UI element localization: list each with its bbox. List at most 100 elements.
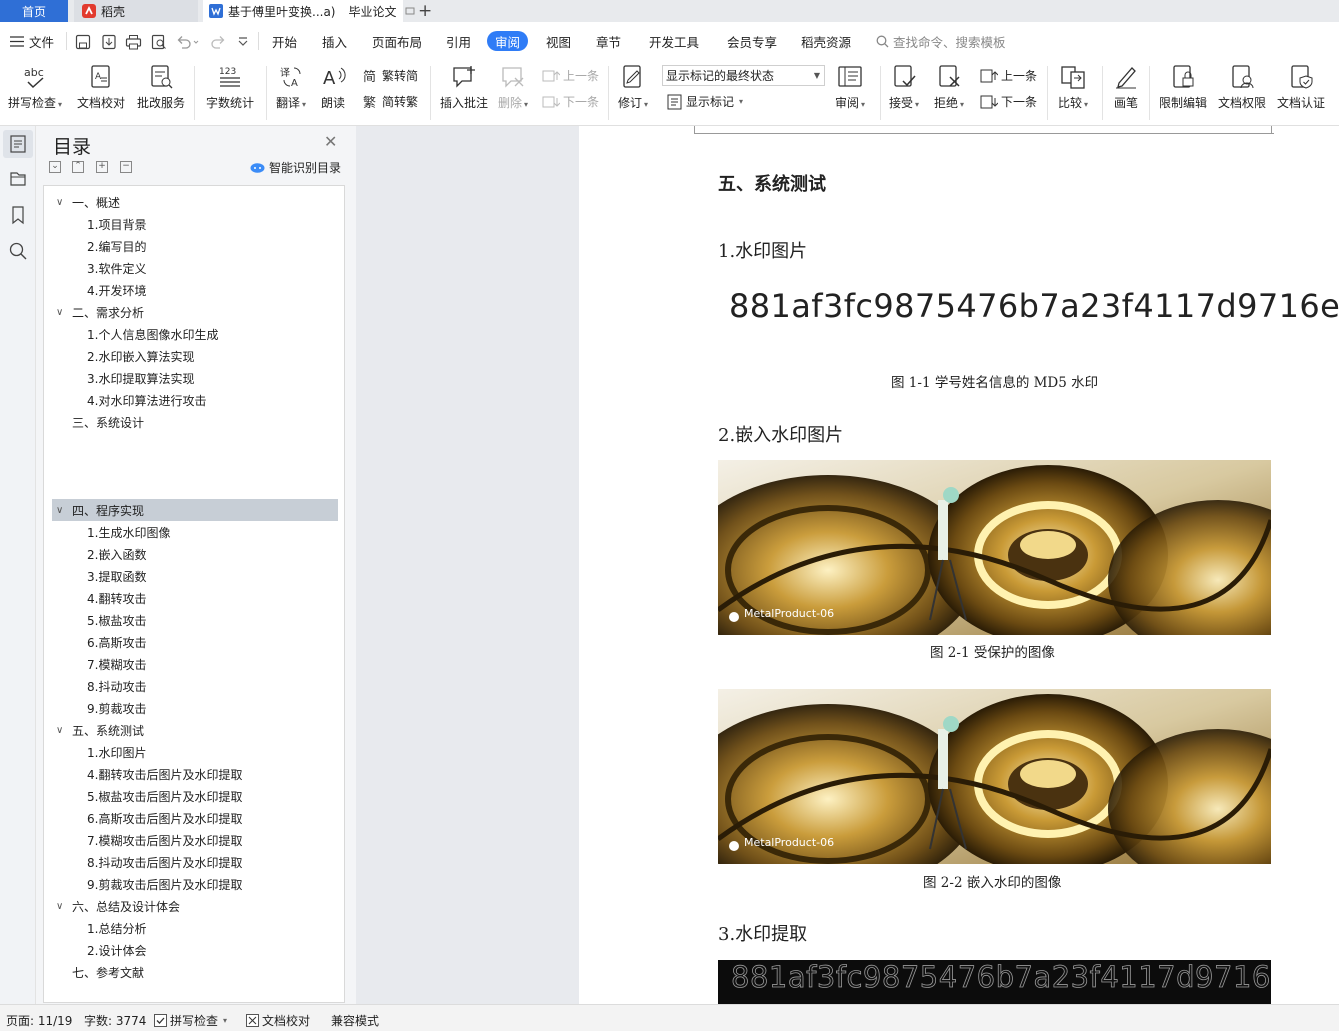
menu-insert[interactable]: 插入 — [322, 22, 347, 60]
compare-button[interactable]: 比较 ▾ — [1058, 64, 1088, 111]
page-indicator[interactable]: 页面: 11/19 — [6, 1012, 72, 1029]
toc-chapter-item[interactable]: ∨ 一、概述 — [56, 192, 120, 212]
menu-dev-tools[interactable]: 开发工具 — [649, 22, 699, 60]
command-search[interactable]: 查找命令、搜索模板 — [876, 22, 1006, 60]
menu-page-layout[interactable]: 页面布局 — [372, 22, 422, 60]
correction-service-button[interactable]: 批改服务 — [137, 64, 185, 111]
toc-section-item[interactable]: 3.水印提取算法实现 — [87, 368, 194, 388]
next-change-button[interactable]: 下一条 — [980, 93, 1037, 110]
word-count-button[interactable]: 123 字数统计 — [206, 64, 254, 111]
menu-member[interactable]: 会员专享 — [727, 22, 777, 60]
doc-permission-button[interactable]: 文档权限 — [1218, 64, 1266, 111]
toc-chapter-item[interactable]: ∨ 五、系统测试 — [56, 720, 144, 740]
simp-to-trad-button[interactable]: 繁 简转繁 — [363, 93, 418, 110]
restrict-edit-button[interactable]: 限制编辑 — [1159, 64, 1207, 111]
tab-home[interactable]: 首页 — [0, 0, 68, 22]
review-pane-button[interactable]: 审阅 ▾ — [835, 64, 865, 111]
toc-section-item[interactable]: 9.剪裁攻击 — [87, 698, 146, 718]
toc-chapter-item[interactable]: ∨ 四、程序实现 — [56, 500, 144, 520]
toc-section-item[interactable]: 3.提取函数 — [87, 566, 146, 586]
remove-level-icon[interactable]: − — [120, 161, 132, 173]
save-icon[interactable] — [75, 34, 91, 50]
toc-section-item[interactable]: 8.抖动攻击后图片及水印提取 — [87, 852, 242, 872]
search-icon[interactable] — [8, 241, 28, 261]
next-comment-button[interactable]: 下一条 — [542, 93, 599, 110]
toc-section-item[interactable]: 7.模糊攻击 — [87, 654, 146, 674]
toc-section-item[interactable]: 1.项目背景 — [87, 214, 146, 234]
toc-section-item[interactable]: 2.设计体会 — [87, 940, 146, 960]
reject-change-button[interactable]: 拒绝 ▾ — [934, 64, 964, 111]
print-icon[interactable] — [125, 34, 142, 50]
chapter-nav-icon[interactable] — [8, 169, 28, 189]
toc-section-item[interactable]: 2.编写目的 — [87, 236, 146, 256]
menu-view[interactable]: 视图 — [546, 22, 571, 60]
smart-toc-button[interactable]: 智能识别目录 — [250, 159, 341, 176]
collapse-all-icon[interactable]: ⌄ — [49, 161, 61, 173]
toc-section-item[interactable]: 6.高斯攻击后图片及水印提取 — [87, 808, 242, 828]
tab-docer[interactable]: 稻壳 — [74, 0, 198, 22]
toc-section-item[interactable]: 1.水印图片 — [87, 742, 146, 762]
menu-references[interactable]: 引用 — [446, 22, 471, 60]
word-count-indicator[interactable]: 字数: 3774 — [84, 1012, 146, 1029]
toc-section-item[interactable]: 3.软件定义 — [87, 258, 146, 278]
chevron-down-icon[interactable]: ∨ — [56, 505, 68, 516]
bookmark-icon[interactable] — [8, 205, 28, 225]
markup-mode-select[interactable]: 显示标记的最终状态 ▼ — [662, 65, 825, 86]
doc-proof-button[interactable]: A 文档校对 — [77, 64, 125, 111]
new-tab-button[interactable]: + — [418, 0, 432, 22]
chevron-down-icon[interactable]: ∨ — [56, 901, 68, 912]
toc-chapter-item[interactable]: 三、系统设计 — [56, 412, 144, 432]
translate-button[interactable]: 译A 翻译 ▾ — [276, 64, 306, 111]
toc-section-item[interactable]: 5.椒盐攻击后图片及水印提取 — [87, 786, 242, 806]
file-menu[interactable]: 文件 — [10, 22, 54, 60]
track-changes-button[interactable]: 修订 ▾ — [618, 64, 648, 111]
toc-chapter-item[interactable]: ∨ 六、总结及设计体会 — [56, 896, 180, 916]
export-pdf-icon[interactable] — [101, 34, 117, 50]
toc-chapter-item[interactable]: ∨ 二、需求分析 — [56, 302, 144, 322]
toc-section-item[interactable]: 4.开发环境 — [87, 280, 146, 300]
spell-check-button[interactable]: abc 拼写检查 ▾ — [8, 64, 62, 111]
print-preview-icon[interactable] — [151, 34, 167, 50]
prev-comment-button[interactable]: 上一条 — [542, 67, 599, 84]
toc-section-item[interactable]: 1.个人信息图像水印生成 — [87, 324, 218, 344]
add-level-icon[interactable]: + — [96, 161, 108, 173]
toc-section-item[interactable]: 4.翻转攻击 — [87, 588, 146, 608]
doc-certify-button[interactable]: 文档认证 — [1277, 64, 1325, 111]
toc-section-item[interactable]: 4.对水印算法进行攻击 — [87, 390, 206, 410]
chevron-down-icon[interactable]: ∨ — [56, 197, 68, 208]
quick-access-more-icon[interactable] — [237, 36, 249, 48]
undo-icon[interactable] — [176, 34, 200, 50]
menu-chapter[interactable]: 章节 — [596, 22, 621, 60]
insert-comment-button[interactable]: 插入批注 — [440, 64, 488, 111]
toc-section-item[interactable]: 4.翻转攻击后图片及水印提取 — [87, 764, 242, 784]
show-markup-button[interactable]: 显示标记 ▾ — [667, 93, 743, 110]
status-spell-check[interactable]: 拼写检查 ▾ — [154, 1012, 227, 1029]
menu-start[interactable]: 开始 — [272, 22, 297, 60]
expand-all-icon[interactable]: ⌃ — [72, 161, 84, 173]
toc-section-item[interactable]: 2.水印嵌入算法实现 — [87, 346, 194, 366]
menu-docer-resources[interactable]: 稻壳资源 — [801, 22, 851, 60]
toc-section-item[interactable]: 1.生成水印图像 — [87, 522, 170, 542]
toc-section-item[interactable]: 6.高斯攻击 — [87, 632, 146, 652]
accept-change-button[interactable]: 接受 ▾ — [889, 64, 919, 111]
redo-icon[interactable] — [208, 34, 226, 50]
toc-section-item[interactable]: 1.总结分析 — [87, 918, 146, 938]
toc-section-item[interactable]: 8.抖动攻击 — [87, 676, 146, 696]
menu-review[interactable]: 审阅 — [487, 31, 529, 51]
toc-section-item[interactable]: 5.椒盐攻击 — [87, 610, 146, 630]
read-aloud-button[interactable]: A 朗读 — [320, 64, 346, 111]
toc-outline-icon[interactable] — [8, 134, 28, 154]
delete-comment-button[interactable]: 删除 ▾ — [498, 64, 528, 111]
toc-section-item[interactable]: 2.嵌入函数 — [87, 544, 146, 564]
chevron-down-icon[interactable]: ∨ — [56, 725, 68, 736]
tab-document[interactable]: 基于傅里叶变换...a) 毕业论文 — [203, 0, 403, 22]
status-doc-proof[interactable]: 文档校对 — [246, 1012, 310, 1029]
toc-section-item[interactable]: 9.剪裁攻击后图片及水印提取 — [87, 874, 242, 894]
chevron-down-icon[interactable]: ∨ — [56, 307, 68, 318]
prev-change-button[interactable]: 上一条 — [980, 67, 1037, 84]
ink-pen-button[interactable]: 画笔 — [1113, 64, 1139, 111]
trad-to-simp-button[interactable]: 简 繁转简 — [363, 67, 418, 84]
toc-section-item[interactable]: 7.模糊攻击后图片及水印提取 — [87, 830, 242, 850]
toc-chapter-item[interactable]: 七、参考文献 — [56, 962, 144, 982]
close-icon[interactable]: ✕ — [324, 132, 337, 151]
